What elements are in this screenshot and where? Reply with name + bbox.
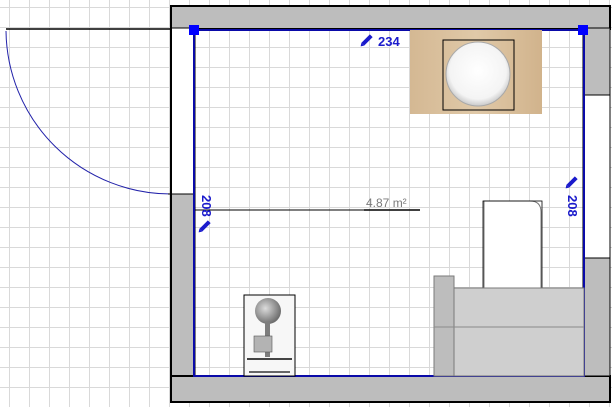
shower[interactable]: [243, 294, 296, 377]
round-sink-icon: [445, 41, 511, 107]
door-swing-icon: [5, 30, 172, 195]
selection-handle-top-left[interactable]: [189, 25, 199, 35]
bathtub-icon: [433, 287, 585, 377]
selection-handle-top-right[interactable]: [578, 25, 588, 35]
bathtub-rim: [433, 275, 455, 377]
wall-right-upper[interactable]: [582, 27, 611, 96]
door[interactable]: [5, 28, 195, 195]
wall-left-lower[interactable]: [170, 193, 196, 384]
toilet-icon: [483, 200, 542, 289]
dimension-left[interactable]: 208: [199, 195, 214, 217]
shower-mixer: [253, 335, 273, 353]
bathtub[interactable]: [433, 275, 585, 377]
floor-plan-canvas[interactable]: [0, 0, 612, 407]
dimension-right[interactable]: 208: [565, 195, 580, 217]
wall-right-lower[interactable]: [582, 257, 611, 377]
toilet[interactable]: [482, 200, 543, 290]
dimension-top[interactable]: 234: [378, 35, 400, 48]
wall-bottom[interactable]: [170, 375, 611, 403]
wall-left-upper[interactable]: [170, 27, 196, 195]
shower-icon: [255, 298, 281, 324]
pencil-icon[interactable]: [197, 220, 211, 233]
pencil-icon[interactable]: [359, 34, 373, 47]
wall-top[interactable]: [170, 5, 611, 30]
room-area-label: 4.87 m²: [366, 196, 407, 210]
window-right[interactable]: [582, 94, 611, 259]
pencil-icon[interactable]: [564, 176, 578, 189]
washbasin[interactable]: [410, 30, 542, 114]
